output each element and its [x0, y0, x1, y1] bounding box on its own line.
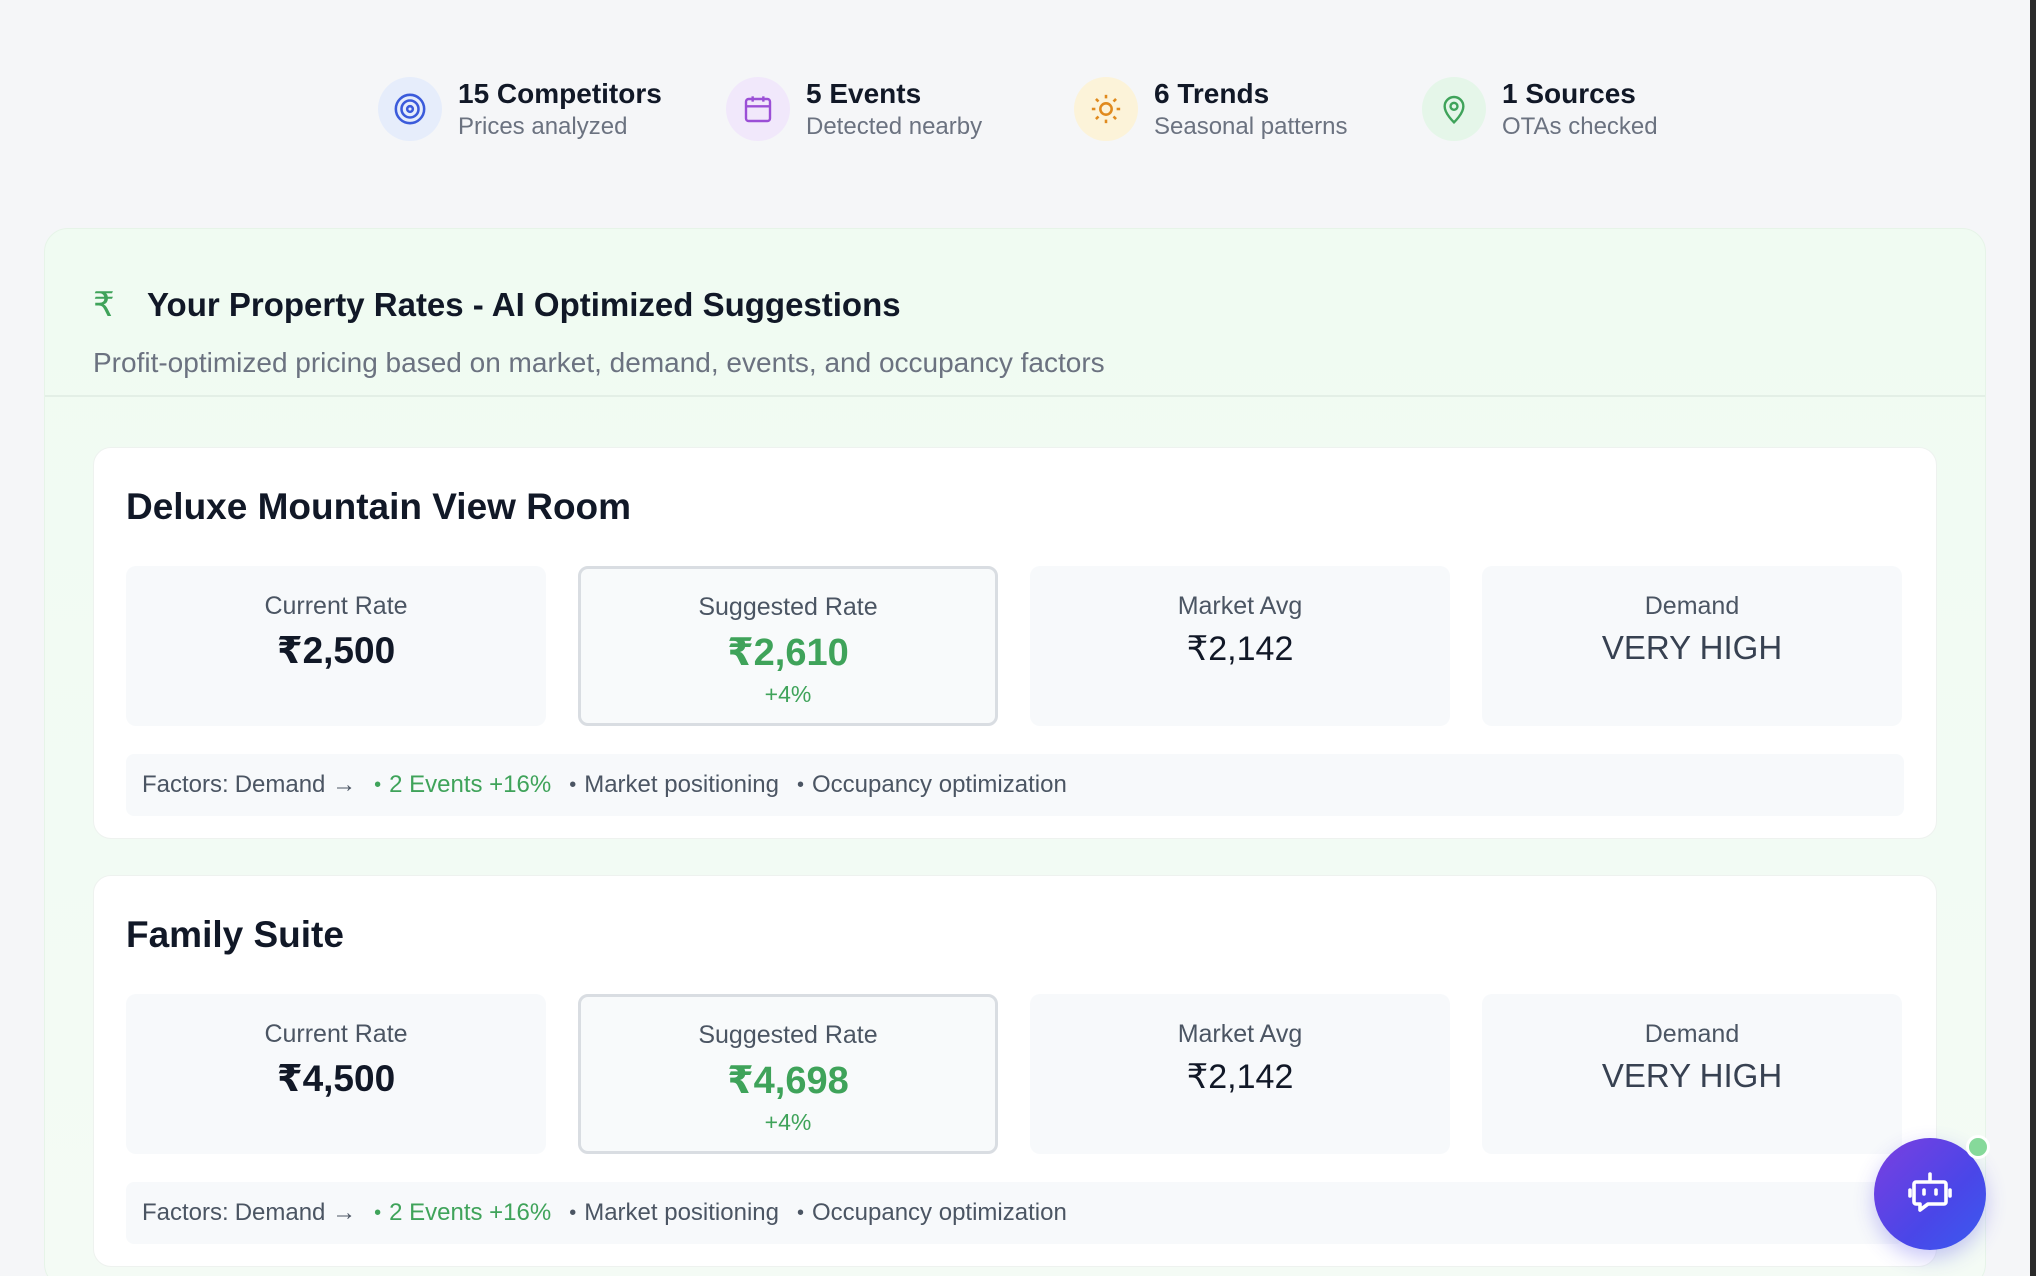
window-edge	[2030, 0, 2036, 1276]
map-pin-icon	[1422, 77, 1486, 141]
factor-demand: Demand →	[234, 771, 357, 798]
current-rate-box: Current Rate ₹2,500	[126, 566, 546, 726]
current-rate-value: ₹2,500	[276, 630, 396, 671]
metric-label: Suggested Rate	[698, 1021, 878, 1049]
stat-trends: 6 Trends Seasonal patterns	[1074, 76, 1422, 142]
room-metrics: Current Rate ₹2,500 Suggested Rate ₹2,61…	[126, 566, 1904, 726]
bot-icon	[1906, 1168, 1954, 1221]
suggested-rate-value: ₹4,698	[727, 1060, 849, 1102]
factors-row: Factors: Demand → • 2 Events +16% • Market…	[126, 754, 1904, 816]
factor-market: • Market positioning	[569, 771, 779, 798]
demand-box: Demand VERY HIGH	[1482, 566, 1902, 726]
room-name: Deluxe Mountain View Room	[126, 486, 632, 527]
suggested-rate-box[interactable]: Suggested Rate ₹4,698 +4%	[578, 994, 998, 1154]
metric-label: Market Avg	[1177, 1020, 1303, 1048]
metric-label: Demand	[1644, 1020, 1740, 1048]
section-subtitle: Profit-optimized pricing based on market…	[93, 347, 1105, 378]
metric-label: Suggested Rate	[698, 593, 878, 621]
current-rate-value: ₹4,500	[276, 1058, 396, 1099]
stat-label: Prices analyzed	[458, 113, 628, 140]
room-card-family-suite: Family Suite Current Rate ₹4,500 Suggest…	[93, 875, 1937, 1267]
section-title: Your Property Rates - AI Optimized Sugge…	[147, 286, 901, 323]
section-header: ₹ Your Property Rates - AI Optimized Sug…	[45, 229, 1985, 397]
stats-strip: 15 Competitors Prices analyzed 5 Events …	[378, 76, 1770, 142]
calendar-icon	[726, 77, 790, 141]
room-card-deluxe: Deluxe Mountain View Room Current Rate ₹…	[93, 447, 1937, 839]
page: 15 Competitors Prices analyzed 5 Events …	[0, 0, 2036, 1276]
factor-demand: Demand →	[234, 1199, 357, 1226]
factor-market: • Market positioning	[569, 1199, 779, 1226]
room-metrics: Current Rate ₹4,500 Suggested Rate ₹4,69…	[126, 994, 1904, 1154]
current-rate-box: Current Rate ₹4,500	[126, 994, 546, 1154]
stat-value: 5 Events	[806, 78, 922, 109]
factor-events: • 2 Events +16%	[374, 1199, 552, 1226]
factors-row: Factors: Demand → • 2 Events +16% • Market…	[126, 1182, 1904, 1244]
market-avg-box: Market Avg ₹2,142	[1030, 994, 1450, 1154]
rate-change: +4%	[764, 1109, 812, 1135]
factors-label: Factors:	[142, 1199, 229, 1226]
stat-value: 6 Trends	[1154, 78, 1270, 109]
demand-value: VERY HIGH	[1601, 1057, 1783, 1094]
sun-icon	[1074, 77, 1138, 141]
stat-sources: 1 Sources OTAs checked	[1422, 76, 1770, 142]
market-avg-value: ₹2,142	[1186, 630, 1294, 668]
property-rates-card: ₹ Your Property Rates - AI Optimized Sug…	[44, 228, 1986, 1276]
metric-label: Current Rate	[264, 1020, 408, 1048]
factor-occupancy: • Occupancy optimization	[796, 1199, 1067, 1226]
stat-label: Seasonal patterns	[1154, 113, 1348, 140]
factor-occupancy: • Occupancy optimization	[796, 771, 1067, 798]
stat-value: 15 Competitors	[458, 78, 662, 109]
metric-label: Demand	[1644, 592, 1740, 620]
online-status-dot	[1966, 1135, 1990, 1159]
stat-value: 1 Sources	[1502, 78, 1636, 109]
stat-label: Detected nearby	[806, 113, 983, 140]
rupee-icon: ₹	[93, 286, 115, 324]
target-icon	[378, 77, 442, 141]
stat-label: OTAs checked	[1502, 113, 1658, 140]
stat-events: 5 Events Detected nearby	[726, 76, 1074, 142]
stat-competitors: 15 Competitors Prices analyzed	[378, 76, 726, 142]
factors-label: Factors:	[142, 771, 229, 798]
market-avg-value: ₹2,142	[1186, 1058, 1294, 1096]
factor-events: • 2 Events +16%	[374, 771, 552, 798]
room-name: Family Suite	[126, 914, 344, 955]
demand-value: VERY HIGH	[1601, 629, 1783, 666]
suggested-rate-box[interactable]: Suggested Rate ₹2,610 +4%	[578, 566, 998, 726]
metric-label: Current Rate	[264, 592, 408, 620]
metric-label: Market Avg	[1177, 592, 1303, 620]
market-avg-box: Market Avg ₹2,142	[1030, 566, 1450, 726]
suggested-rate-value: ₹2,610	[727, 632, 849, 674]
rate-change: +4%	[764, 681, 812, 707]
demand-box: Demand VERY HIGH	[1482, 994, 1902, 1154]
